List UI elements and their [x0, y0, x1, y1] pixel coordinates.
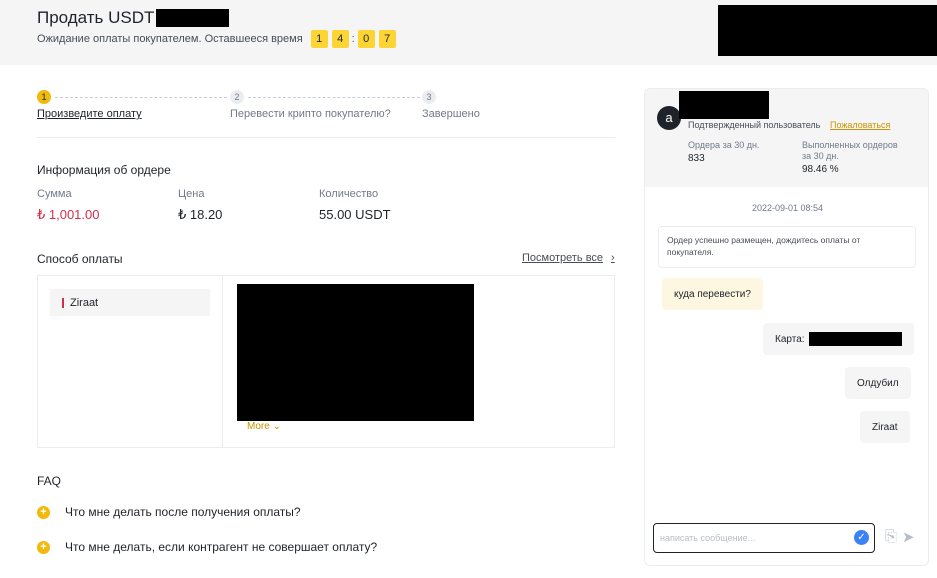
step-label: Произведите оплату: [37, 108, 142, 120]
title-row: Продать USDT: [37, 8, 230, 28]
amount-field: Сумма ₺ 1,001.00: [37, 188, 178, 223]
message-text: Олдубил: [857, 377, 899, 389]
step-number: 2: [230, 90, 244, 104]
more-button[interactable]: More ⌄: [247, 421, 281, 432]
system-message: Ордер успешно размещен, дождитесь оплаты…: [658, 226, 916, 268]
step-2: 2 Перевести крипто покупателю?: [230, 90, 391, 120]
view-all-label: Посмотреть все: [522, 252, 604, 264]
payment-timer-row: Ожидание оплаты покупателем. Оставшееся …: [37, 30, 396, 48]
message-text: куда перевести?: [674, 288, 751, 300]
quantity-label: Количество: [319, 188, 379, 200]
completion-label-line2: за 30 дн.: [802, 151, 839, 161]
step-number: 1: [37, 90, 51, 104]
faq-item[interactable]: + Что мне делать, если контрагент не сов…: [37, 540, 377, 554]
plus-icon: +: [37, 505, 50, 519]
payment-method-list: Ziraat: [38, 276, 223, 447]
faq-title: FAQ: [37, 474, 62, 488]
completion-label-line1: Выполненных ордеров: [802, 140, 898, 150]
step-connector: [55, 97, 227, 98]
payment-method-name: Ziraat: [70, 296, 99, 309]
redacted-username: [679, 91, 769, 119]
more-label: More: [247, 421, 270, 432]
step-connector: [248, 97, 420, 98]
amount-label: Сумма: [37, 188, 72, 200]
timer-digit: 1: [310, 30, 328, 48]
page-title: Продать USDT: [37, 8, 155, 27]
message-text: Карта:: [775, 333, 805, 345]
payment-method-title: Способ оплаты: [37, 252, 123, 266]
check-icon: ✓: [854, 530, 869, 545]
chevron-right-icon: ›: [611, 252, 615, 264]
chat-message-outgoing: Олдубил: [845, 367, 911, 399]
redacted-card-number: [808, 332, 902, 346]
chat-message-outgoing: Карта:: [763, 323, 914, 355]
redacted-header-block: [718, 5, 937, 56]
step-number: 3: [422, 90, 436, 104]
orders-30d-label: Ордера за 30 дн.: [688, 140, 760, 150]
faq-question: Что мне делать после получения оплаты?: [65, 505, 301, 519]
step-1[interactable]: 1 Произведите оплату: [37, 90, 142, 120]
orders-30d-value: 833: [688, 153, 705, 164]
order-steps: 1 Произведите оплату 2 Перевести крипто …: [37, 90, 615, 138]
step-label: Завершено: [422, 108, 480, 120]
timer-digit: 7: [378, 30, 396, 48]
chat-panel: a Подтвержденный пользователь Пожаловать…: [644, 88, 929, 566]
method-color-bar: [62, 297, 64, 308]
step-label: Перевести крипто покупателю?: [230, 108, 391, 120]
quantity-value: 55.00 USDT: [319, 207, 391, 222]
plus-icon: +: [37, 540, 50, 554]
view-all-link[interactable]: Посмотреть все ›: [522, 252, 615, 264]
chat-message-outgoing: Ziraat: [860, 411, 910, 443]
timer-digit: 4: [331, 30, 349, 48]
verified-label: Подтвержденный пользователь: [688, 120, 821, 130]
quantity-field: Количество 55.00 USDT: [319, 188, 460, 223]
message-text: Ziraat: [872, 421, 898, 433]
send-icon[interactable]: ➤: [902, 528, 915, 546]
price-label: Цена: [178, 188, 205, 200]
paperclip-icon[interactable]: ⎘: [885, 528, 897, 545]
redacted-payment-details: [237, 284, 474, 421]
faq-question: Что мне делать, если контрагент не совер…: [65, 540, 378, 554]
completion-rate-value: 98.46 %: [802, 164, 839, 175]
timer-digit: 0: [357, 30, 375, 48]
order-info-title: Информация об ордере: [37, 163, 171, 177]
faq-item[interactable]: + Что мне делать после получения оплаты?: [37, 505, 301, 519]
complain-link[interactable]: Пожаловаться: [830, 120, 890, 130]
amount-value: ₺ 1,001.00: [37, 207, 100, 222]
chat-message-incoming: куда перевести?: [662, 278, 763, 310]
order-info: Сумма ₺ 1,001.00 Цена ₺ 18.20 Количество…: [37, 188, 460, 223]
message-input[interactable]: [660, 529, 840, 547]
waiting-text: Ожидание оплаты покупателем. Оставшееся …: [37, 33, 303, 45]
chevron-down-icon: ⌄: [272, 421, 281, 432]
redacted-title-part: [156, 9, 230, 27]
chat-header: a Подтвержденный пользователь Пожаловать…: [645, 89, 928, 187]
price-field: Цена ₺ 18.20: [178, 188, 319, 223]
timer-separator: :: [351, 33, 355, 45]
avatar: a: [657, 106, 681, 130]
payment-method-box: Ziraat More ⌄: [37, 275, 615, 448]
order-header: Продать USDT Ожидание оплаты покупателем…: [0, 0, 937, 65]
chat-timestamp: 2022-09-01 08:54: [751, 203, 824, 213]
price-value: ₺ 18.20: [178, 207, 223, 222]
payment-method-item[interactable]: Ziraat: [50, 289, 210, 316]
message-composer: ✓: [653, 523, 875, 553]
step-3: 3 Завершено: [422, 90, 480, 120]
